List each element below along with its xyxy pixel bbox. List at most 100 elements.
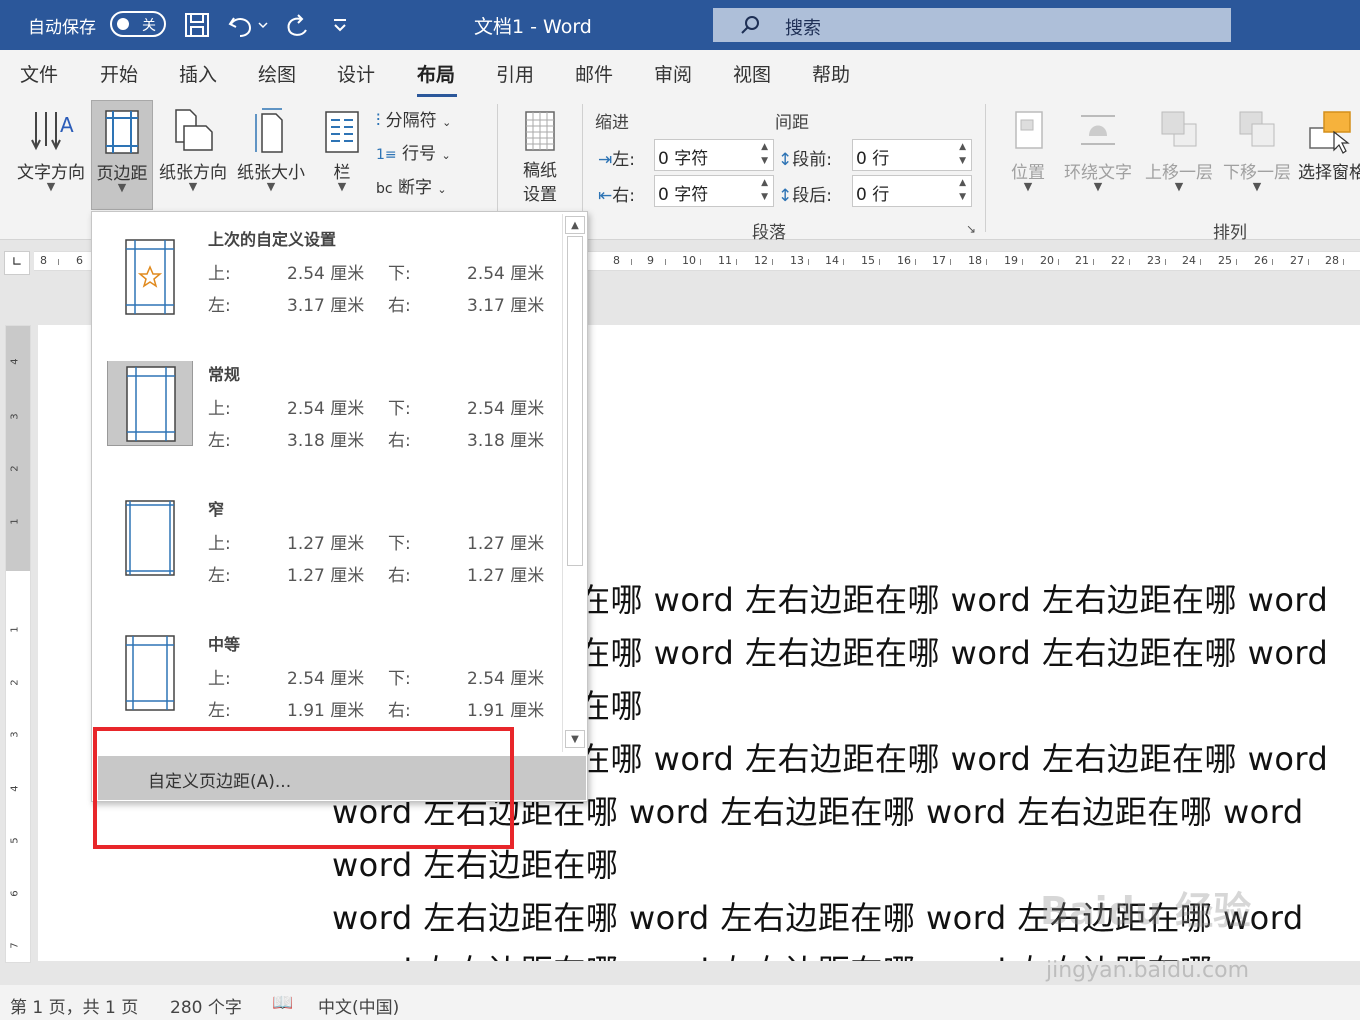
- indent-left-input[interactable]: 0 字符 ▲ ▼: [654, 139, 774, 171]
- save-icon[interactable]: [182, 10, 212, 40]
- redo-icon[interactable]: [282, 10, 312, 40]
- bottom-label: 下:: [388, 264, 411, 284]
- size-button[interactable]: 纸张大小 ▼: [233, 100, 309, 210]
- columns-icon: [325, 111, 359, 153]
- right-value: 1.91 厘米: [467, 701, 545, 721]
- margin-preset-item[interactable]: 常规 上: 2.54 厘米 下: 2.54 厘米 左: 3.18 厘米 右: 3.18 厘米: [107, 361, 567, 481]
- top-value: 1.27 厘米: [287, 534, 365, 554]
- tab-review[interactable]: 审阅: [654, 60, 692, 87]
- ruler-number: 22: [1111, 254, 1125, 267]
- tab-selector[interactable]: ∟: [4, 251, 30, 275]
- ruler-tick: [1058, 259, 1059, 265]
- spin-down-icon[interactable]: ▼: [761, 156, 768, 166]
- dropdown-scrollbar[interactable]: ▲ ▼: [562, 214, 586, 752]
- spin-up-icon[interactable]: ▲: [959, 142, 966, 152]
- tab-insert[interactable]: 插入: [179, 60, 217, 87]
- ruler-number: 11: [718, 254, 732, 267]
- indent-left-label: ⇥左:: [598, 150, 635, 170]
- vertical-ruler[interactable]: 4 3 2 1 1 2 3 4 5 6 7: [5, 325, 31, 963]
- vertical-ruler-number: 4: [9, 358, 21, 365]
- ruler-number: 8: [40, 254, 47, 267]
- page-margin-icon: [107, 361, 193, 446]
- spin-down-icon[interactable]: ▼: [959, 192, 966, 202]
- scroll-up-icon[interactable]: ▲: [565, 216, 585, 234]
- vertical-ruler-number: 5: [9, 837, 21, 844]
- text-direction-button[interactable]: A 文字方向 ▼: [12, 100, 90, 210]
- space-before-value: 0 行: [856, 149, 890, 169]
- customize-toolbar-icon[interactable]: [330, 10, 350, 40]
- manuscript-button[interactable]: 稿纸 设置: [510, 100, 570, 210]
- right-value: 3.18 厘米: [467, 431, 545, 451]
- left-label: 左:: [208, 566, 231, 586]
- tab-help[interactable]: 帮助: [812, 60, 850, 87]
- undo-dropdown-icon[interactable]: [256, 10, 270, 40]
- scrollbar-thumb[interactable]: [567, 236, 583, 566]
- space-after-value: 0 行: [856, 185, 890, 205]
- position-button[interactable]: 位置 ▼: [1000, 100, 1056, 210]
- margins-icon: [105, 110, 139, 154]
- selection-pane-button[interactable]: 选择窗格: [1298, 100, 1360, 210]
- vertical-ruler-number: 1: [9, 626, 21, 633]
- indent-right-input[interactable]: 0 字符 ▲ ▼: [654, 175, 774, 207]
- title-bar: 自动保存 关 文档1 - Word 搜索: [0, 0, 1360, 50]
- spin-up-icon[interactable]: ▲: [761, 142, 768, 152]
- document-title: 文档1 - Word: [474, 16, 592, 38]
- breaks-button[interactable]: ⫶ 分隔符 ⌄: [376, 106, 451, 131]
- manuscript-label-2: 设置: [523, 185, 557, 205]
- wrap-text-button[interactable]: 环绕文字 ▼: [1058, 100, 1138, 210]
- left-label: 左:: [208, 296, 231, 316]
- tab-layout[interactable]: 布局: [417, 60, 455, 87]
- margins-button[interactable]: 页边距 ▼: [91, 100, 153, 210]
- indent-left-value: 0 字符: [658, 149, 709, 169]
- dialog-launcher-icon[interactable]: ↘: [966, 222, 976, 236]
- orientation-button[interactable]: 纸张方向 ▼: [155, 100, 231, 210]
- hyphenation-button[interactable]: bc 断字 ⌄: [376, 173, 447, 198]
- left-label: 左:: [208, 431, 231, 451]
- hyphenation-icon: bc: [376, 181, 393, 197]
- space-before-input[interactable]: 0 行 ▲ ▼: [852, 139, 972, 171]
- svg-text:A: A: [60, 113, 74, 137]
- ruler-number: 26: [1254, 254, 1268, 267]
- search-icon: [741, 16, 759, 34]
- tab-references[interactable]: 引用: [496, 60, 534, 87]
- proofing-icon[interactable]: 📖: [272, 993, 293, 1013]
- top-label: 上:: [208, 264, 231, 284]
- send-backward-button[interactable]: 下移一层 ▼: [1218, 100, 1296, 210]
- autosave-toggle[interactable]: 关: [110, 11, 166, 37]
- spin-up-icon[interactable]: ▲: [761, 178, 768, 188]
- page-count[interactable]: 第 1 页，共 1 页: [10, 993, 138, 1018]
- columns-button[interactable]: 栏 ▼: [318, 100, 366, 210]
- space-after-input[interactable]: 0 行 ▲ ▼: [852, 175, 972, 207]
- scroll-down-icon[interactable]: ▼: [565, 730, 585, 748]
- bring-forward-button[interactable]: 上移一层 ▼: [1140, 100, 1218, 210]
- search-box[interactable]: 搜索: [713, 8, 1231, 42]
- tab-home[interactable]: 开始: [100, 60, 138, 87]
- language[interactable]: 中文(中国): [318, 993, 399, 1018]
- margin-preset-item[interactable]: 上次的自定义设置 上: 2.54 厘米 下: 2.54 厘米 左: 3.17 厘米 右: 3.1…: [107, 226, 567, 346]
- bottom-label: 下:: [388, 399, 411, 419]
- tab-view[interactable]: 视图: [733, 60, 771, 87]
- position-icon: [1015, 111, 1043, 149]
- spin-down-icon[interactable]: ▼: [761, 192, 768, 202]
- active-tab-indicator: [417, 94, 457, 97]
- paper-size-icon: [255, 108, 283, 153]
- undo-icon[interactable]: [226, 10, 256, 40]
- autosave-label: 自动保存: [28, 18, 96, 38]
- tab-mailings[interactable]: 邮件: [575, 60, 613, 87]
- tab-draw[interactable]: 绘图: [258, 60, 296, 87]
- ruler-number: 16: [897, 254, 911, 267]
- tab-design[interactable]: 设计: [337, 60, 375, 87]
- word-count[interactable]: 280 个字: [170, 993, 242, 1018]
- manuscript-icon: [525, 111, 555, 151]
- tab-file[interactable]: 文件: [20, 60, 58, 87]
- ruler-number: 6: [76, 254, 83, 267]
- margin-preset-item[interactable]: 窄上: 1.27 厘米 下: 1.27 厘米 左: 1.27 厘米 右: 1.27 厘米: [107, 496, 567, 616]
- vertical-ruler-number: 4: [9, 785, 21, 792]
- ribbon-separator: [985, 104, 986, 232]
- line-numbers-button[interactable]: 1≡ 行号 ⌄: [376, 139, 451, 164]
- preset-name: 中等: [208, 635, 241, 654]
- margin-preset-item[interactable]: 中等 上: 2.54 厘米 下: 2.54 厘米 左: 1.91 厘米 右: 1.91 厘米: [107, 631, 567, 726]
- spacing-title: 间距: [775, 113, 809, 133]
- spin-up-icon[interactable]: ▲: [959, 178, 966, 188]
- spin-down-icon[interactable]: ▼: [959, 156, 966, 166]
